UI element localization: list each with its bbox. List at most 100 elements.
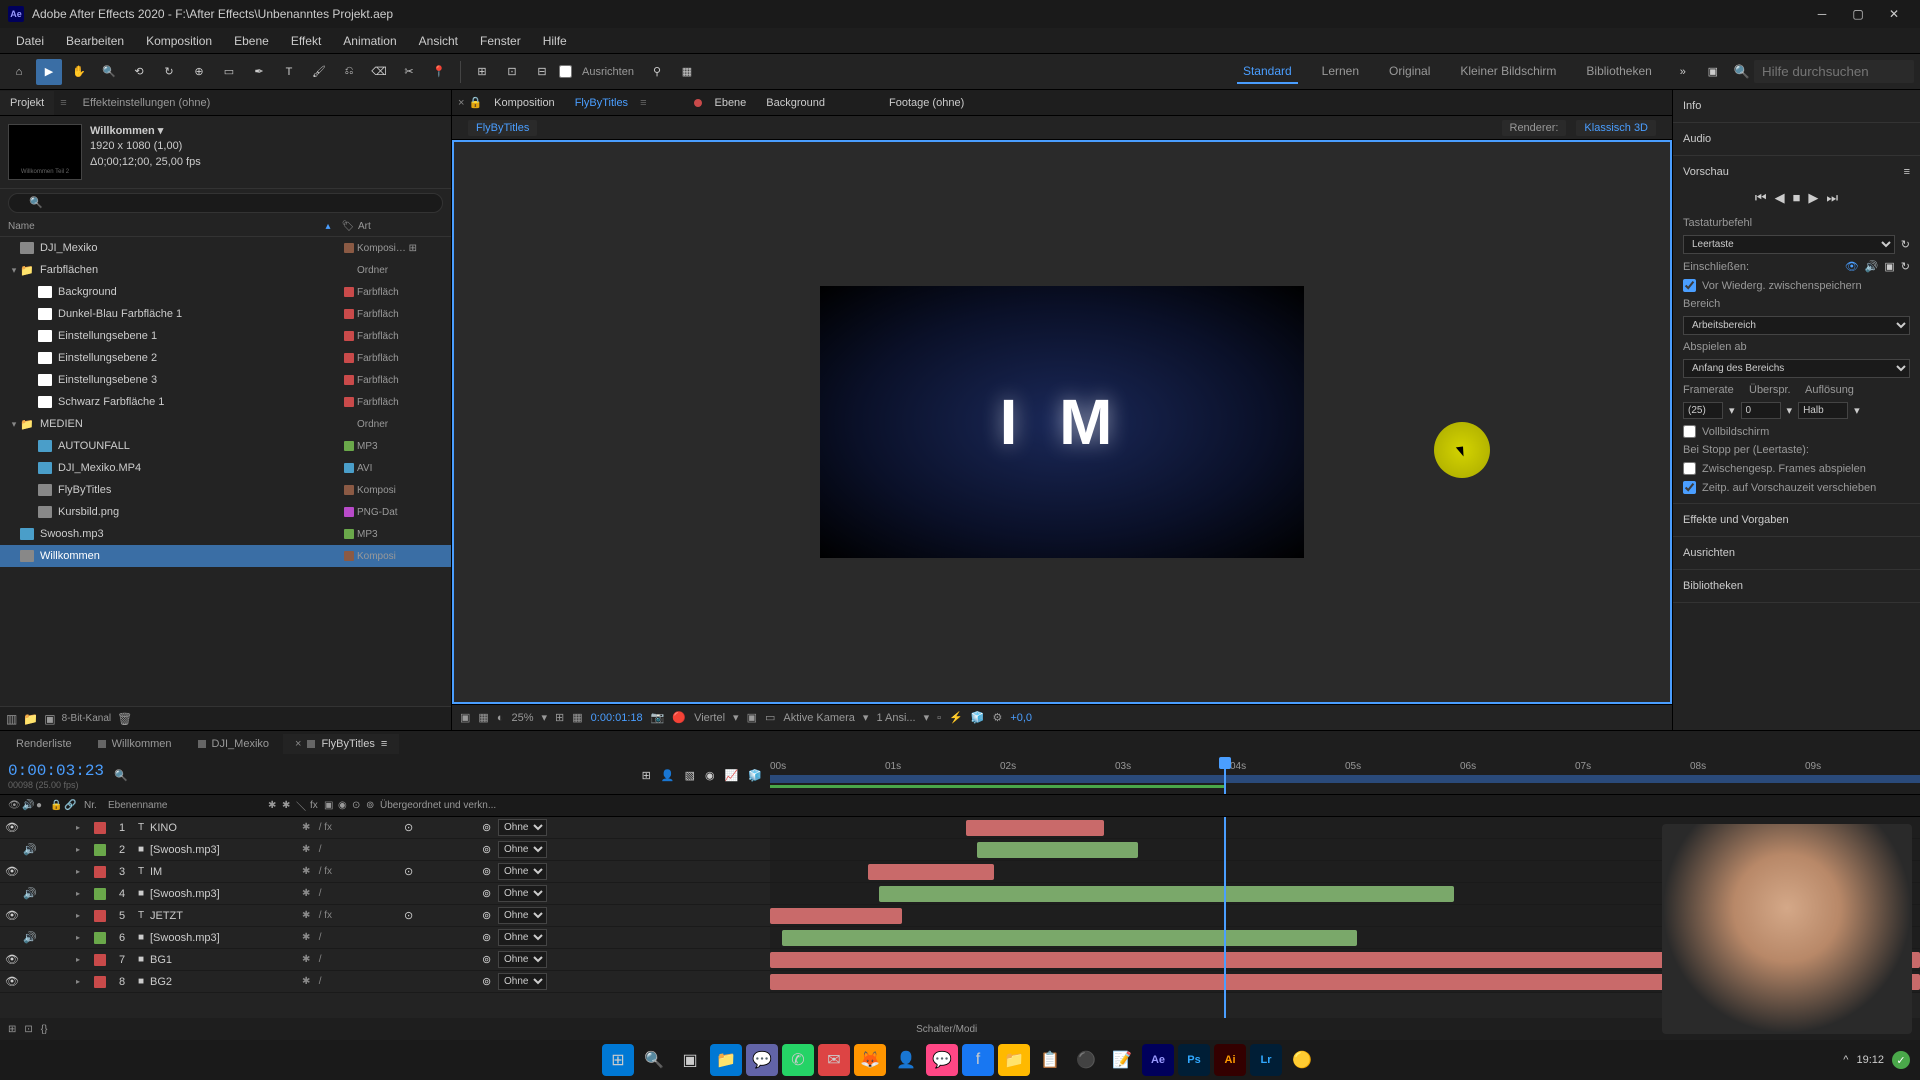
hand-tool[interactable]: ✋ xyxy=(66,59,92,85)
layer-row[interactable]: 🔊 ▸ 6 ■ [Swoosh.mp3] ✱ / ⊚ Ohne xyxy=(0,927,1920,949)
comp-tab-menu-icon[interactable]: ≡ xyxy=(640,97,646,109)
toggle-3-icon[interactable]: ⊟ xyxy=(529,59,555,85)
panel-menu-icon[interactable]: ≡ xyxy=(1904,166,1910,178)
reset-icon[interactable]: ↻ xyxy=(1901,238,1910,251)
project-item[interactable]: FlyByTitles Komposi xyxy=(0,479,451,501)
layer-row[interactable]: 🔊 ▸ 4 ■ [Swoosh.mp3] ✱ / ⊚ Ohne xyxy=(0,883,1920,905)
sort-icon[interactable]: ▴ xyxy=(318,221,338,232)
guides-icon[interactable]: ▦ xyxy=(572,711,582,724)
search-app[interactable]: 🔍 xyxy=(638,1044,670,1076)
workspace-kleiner[interactable]: Kleiner Bildschirm xyxy=(1454,60,1562,84)
resolution-icon[interactable]: ⊞ xyxy=(555,711,564,724)
mail-app[interactable]: ✉ xyxy=(818,1044,850,1076)
last-frame-button[interactable]: ⏭ xyxy=(1826,190,1838,206)
graph-icon[interactable]: 📈 xyxy=(725,769,739,782)
toggle-1-icon[interactable]: ⊞ xyxy=(469,59,495,85)
video-toggle-icon[interactable]: 👁 xyxy=(1845,260,1859,273)
layer-tab-name[interactable]: Background xyxy=(758,93,833,113)
project-item[interactable]: Schwarz Farbfläche 1 Farbfläch xyxy=(0,391,451,413)
view-dropdown[interactable]: 1 Ansi... xyxy=(876,712,915,724)
playfrom-select[interactable]: Anfang des Bereichs xyxy=(1683,359,1910,378)
shy-icon[interactable]: 👤 xyxy=(661,769,675,782)
mask-icon[interactable]: ◐ xyxy=(497,712,504,724)
zoom-tool[interactable]: 🔍 xyxy=(96,59,122,85)
project-item[interactable]: ▾ 📁 MEDIEN Ordner xyxy=(0,413,451,435)
lightroom-app[interactable]: Lr xyxy=(1250,1044,1282,1076)
renderer-value[interactable]: Klassisch 3D xyxy=(1576,120,1656,136)
tray-chevron-icon[interactable]: ^ xyxy=(1843,1054,1848,1066)
chevron-down-icon[interactable]: ▾ xyxy=(542,711,548,724)
generic-app-2[interactable]: 📋 xyxy=(1034,1044,1066,1076)
teams-app[interactable]: 💬 xyxy=(746,1044,778,1076)
current-time-indicator[interactable] xyxy=(1224,757,1226,794)
project-item[interactable]: Kursbild.png PNG-Dat xyxy=(0,501,451,523)
menu-effekt[interactable]: Effekt xyxy=(281,30,331,52)
transparency-icon[interactable]: ▦ xyxy=(478,711,488,724)
col-name-header[interactable]: Name xyxy=(8,221,318,232)
moblur-icon[interactable]: ◉ xyxy=(705,769,715,782)
menu-bearbeiten[interactable]: Bearbeiten xyxy=(56,30,134,52)
viewer-lock-icon[interactable]: 🔒 xyxy=(468,96,482,109)
obs-app[interactable]: ⚫ xyxy=(1070,1044,1102,1076)
chevron-down-icon[interactable]: ▾ xyxy=(1729,404,1735,417)
firefox-app[interactable]: 🦊 xyxy=(854,1044,886,1076)
overlay-toggle-icon[interactable]: ▣ xyxy=(1884,260,1894,273)
panel-menu-icon[interactable]: ≡ xyxy=(54,97,72,109)
time-ruler[interactable]: 00s01s02s03s04s05s06s07s08s09s10s xyxy=(770,757,1920,794)
start-button[interactable]: ⊞ xyxy=(602,1044,634,1076)
toggle-switches-icon[interactable]: ⊞ xyxy=(8,1024,16,1035)
help-search-input[interactable] xyxy=(1754,60,1914,83)
viewport[interactable]: I M xyxy=(452,140,1672,704)
range-select[interactable]: Arbeitsbereich xyxy=(1683,316,1910,335)
layer-rows[interactable]: 👁 ▸ 1 T KINO ✱ / fx ⊙ ⊚ Ohne 🔊 ▸ 2 ■ [Sw… xyxy=(0,817,1920,1018)
audio-panel-header[interactable]: Audio xyxy=(1683,129,1910,149)
snap-opt-icon[interactable]: ⚲ xyxy=(644,59,670,85)
project-tab[interactable]: Projekt xyxy=(0,91,54,115)
project-item[interactable]: DJI_Mexiko.MP4 AVI xyxy=(0,457,451,479)
project-tree[interactable]: DJI_Mexiko Komposi… ⊞ ▾ 📁 Farbflächen Or… xyxy=(0,237,451,706)
cacheframes-checkbox[interactable] xyxy=(1683,462,1696,475)
frameblend-icon[interactable]: ▧ xyxy=(685,769,695,782)
trash-icon[interactable]: 🗑 xyxy=(117,712,132,726)
res-input[interactable] xyxy=(1798,402,1848,419)
view3d-icon[interactable]: 🧊 xyxy=(971,711,985,724)
cache-checkbox[interactable] xyxy=(1683,279,1696,292)
libraries-panel-header[interactable]: Bibliotheken xyxy=(1683,576,1910,596)
workspace-lernen[interactable]: Lernen xyxy=(1316,60,1365,84)
draft3d-icon[interactable]: 🧊 xyxy=(748,769,762,782)
menu-animation[interactable]: Animation xyxy=(333,30,406,52)
new-comp-icon[interactable]: ▣ xyxy=(44,712,55,726)
home-icon[interactable]: ⌂ xyxy=(6,59,32,85)
next-frame-button[interactable]: ▶ xyxy=(1808,190,1818,206)
menu-fenster[interactable]: Fenster xyxy=(470,30,531,52)
flowchart-comp[interactable]: FlyByTitles xyxy=(468,120,537,136)
pixel-aspect-icon[interactable]: ▫ xyxy=(937,712,941,724)
timeline-search-icon[interactable]: 🔍 xyxy=(114,769,128,782)
generic-app-1[interactable]: 👤 xyxy=(890,1044,922,1076)
project-item[interactable]: Swoosh.mp3 MP3 xyxy=(0,523,451,545)
roto-tool[interactable]: ✂ xyxy=(396,59,422,85)
audio-toggle-icon[interactable]: 🔊 xyxy=(1865,260,1879,273)
preview-panel-header[interactable]: Vorschau xyxy=(1683,166,1729,178)
explorer-app[interactable]: 📁 xyxy=(710,1044,742,1076)
skip-input[interactable] xyxy=(1741,402,1781,419)
facebook-app[interactable]: f xyxy=(962,1044,994,1076)
rect-tool[interactable]: ▭ xyxy=(216,59,242,85)
menu-ebene[interactable]: Ebene xyxy=(224,30,279,52)
viewer-close-icon[interactable]: × xyxy=(458,97,464,109)
stamp-tool[interactable]: ⎌ xyxy=(336,59,362,85)
folder-app[interactable]: 📁 xyxy=(998,1044,1030,1076)
snap-checkbox[interactable] xyxy=(559,65,572,78)
layer-row[interactable]: 👁 ▸ 8 ■ BG2 ✱ / ⊚ Ohne xyxy=(0,971,1920,993)
project-item[interactable]: Background Farbfläch xyxy=(0,281,451,303)
whatsapp-app[interactable]: ✆ xyxy=(782,1044,814,1076)
layer-row[interactable]: 👁 ▸ 5 T JETZT ✱ / fx ⊙ ⊚ Ohne xyxy=(0,905,1920,927)
menu-hilfe[interactable]: Hilfe xyxy=(533,30,577,52)
shortcut-select[interactable]: Leertaste xyxy=(1683,235,1895,254)
new-folder-icon[interactable]: 📁 xyxy=(23,712,38,726)
toggle-panes-icon[interactable]: {} xyxy=(41,1024,48,1035)
chevron-down-icon[interactable]: ▾ xyxy=(1787,404,1793,417)
interpret-icon[interactable]: ▥ xyxy=(6,712,17,726)
viewer-timecode[interactable]: 0:00:01:18 xyxy=(591,712,643,724)
chevron-down-icon[interactable]: ▾ xyxy=(1854,404,1860,417)
